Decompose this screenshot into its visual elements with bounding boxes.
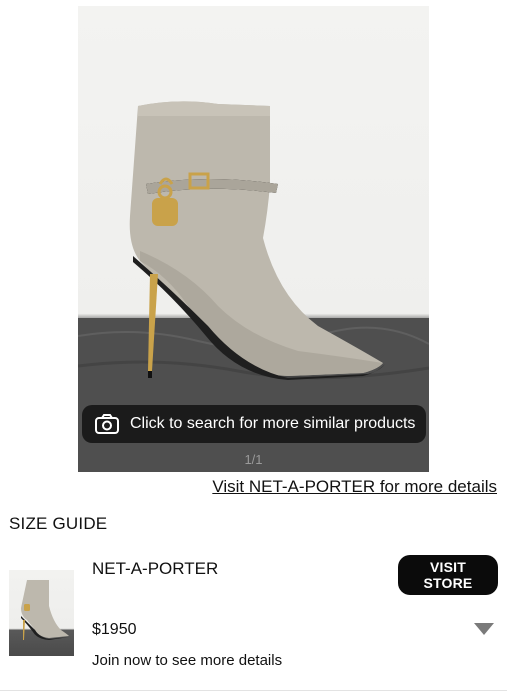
image-counter: 1/1 [244,452,263,467]
camera-icon [94,413,120,435]
visit-retailer-link[interactable]: Visit NET-A-PORTER for more details [212,477,497,497]
size-guide-heading[interactable]: SIZE GUIDE [9,514,107,534]
product-image[interactable] [78,6,429,472]
offer-price: $1950 [92,621,137,638]
visit-store-button[interactable]: VISIT STORE [398,555,498,595]
join-details-text: Join now to see more details [92,652,283,669]
divider [0,690,507,691]
image-search-label: Click to search for more similar product… [130,415,416,432]
triangle-down-icon[interactable] [474,623,494,635]
offer-thumbnail[interactable] [9,570,74,656]
retailer-name: NET-A-PORTER [92,559,219,578]
image-search-button[interactable]: Click to search for more similar product… [82,405,426,443]
boot-illustration [78,101,429,472]
boot-thumbnail-illustration [21,580,69,640]
